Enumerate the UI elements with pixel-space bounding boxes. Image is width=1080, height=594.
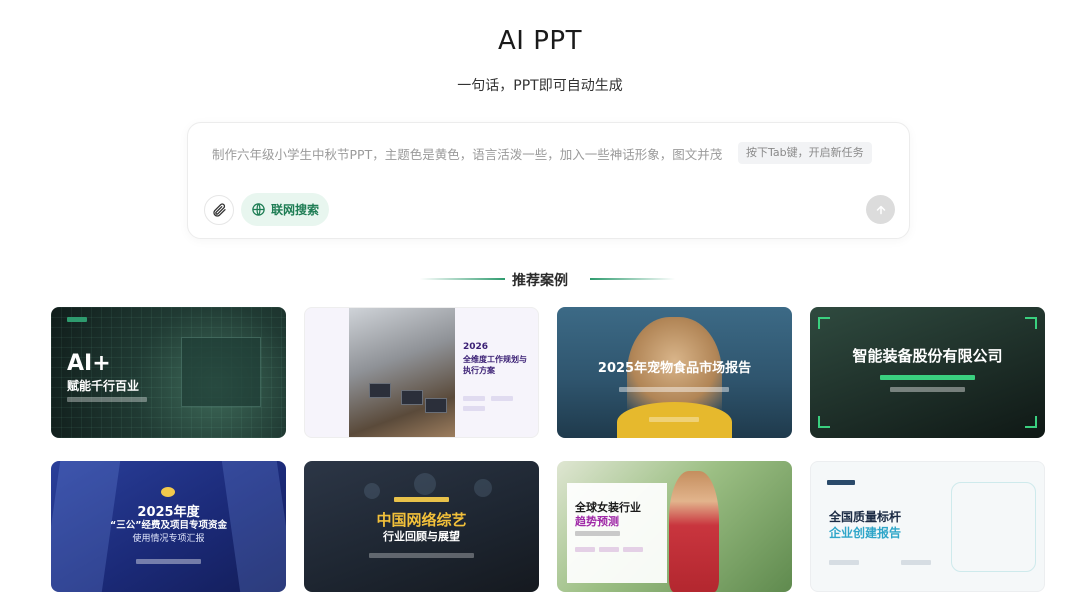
tab-hint-badge: 按下Tab键，开启新任务 (738, 142, 872, 164)
caption-bar (890, 387, 965, 392)
arrow-up-icon (876, 205, 885, 214)
tag-badge (67, 317, 87, 322)
caption-bar (136, 559, 201, 564)
corner-bracket (818, 416, 830, 428)
orb-graphic (364, 483, 380, 499)
corner-bracket (1025, 416, 1037, 428)
section-divider-right (590, 278, 675, 280)
case-title: 2026 (463, 342, 489, 352)
case-subtitle: “三公”经费及项目专项资金 (110, 520, 227, 531)
office-photo (349, 308, 455, 437)
case-card-expenses[interactable]: 2025年度 “三公”经费及项目专项资金 使用情况专项汇报 (51, 461, 286, 592)
orb-graphic (474, 479, 492, 497)
footer-bar (649, 417, 699, 422)
case-subtitle-line2: 使用情况专项汇报 (132, 534, 205, 544)
case-card-womenswear[interactable]: 全球女装行业 趋势预测 (557, 461, 792, 592)
case-title: 智能装备股份有限公司 (852, 347, 1003, 365)
case-title: 全国质量标杆 (829, 510, 902, 524)
case-title: AI+ (67, 351, 111, 376)
prompt-input[interactable]: 制作六年级小学生中秋节PPT，主题色是黄色，语言活泼一些，加入一些神话形象，图文… (212, 144, 722, 163)
case-card-pet-food[interactable]: 2025年宠物食品市场报告 (557, 307, 792, 438)
caption-bar (575, 531, 620, 536)
case-subtitle: 行业回顾与展望 (383, 530, 460, 543)
caption-bar (369, 553, 474, 558)
corner-bracket (818, 317, 830, 329)
section-title: 推荐案例 (512, 273, 568, 289)
caption-bar (829, 560, 859, 565)
send-button[interactable] (866, 195, 895, 224)
tag-chip (599, 547, 619, 552)
laptop-graphic (369, 383, 391, 398)
page-title: AI PPT (498, 26, 582, 56)
case-subtitle: 全维度工作规划与执行方案 (463, 355, 527, 375)
attach-button[interactable] (204, 195, 234, 225)
page-subtitle: 一句话，PPT即可自动生成 (457, 78, 623, 94)
tag-chip (491, 396, 513, 401)
case-card-variety-show[interactable]: 中国网络综艺 行业回顾与展望 (304, 461, 539, 592)
tag-chip (575, 547, 595, 552)
case-subtitle: 赋能千行百业 (67, 379, 140, 393)
corner-bracket (1025, 317, 1037, 329)
tag-chip (623, 547, 643, 552)
web-search-button[interactable]: 联网搜索 (241, 193, 329, 226)
tag-chip (463, 396, 485, 401)
highlight-bar (880, 375, 975, 380)
case-card-plan[interactable]: 2026 全维度工作规划与执行方案 (304, 307, 539, 438)
web-search-label: 联网搜索 (270, 203, 319, 217)
prompt-box[interactable]: 制作六年级小学生中秋节PPT，主题色是黄色，语言活泼一些，加入一些神话形象，图文… (187, 122, 910, 239)
emblem-icon (161, 487, 175, 497)
caption-bar (67, 397, 147, 402)
case-subtitle: 趋势预测 (575, 515, 619, 528)
model-photo (669, 471, 719, 592)
orb-graphic (414, 473, 436, 495)
chip-graphic (181, 337, 261, 407)
tag-chip (463, 406, 485, 411)
caption-bar (619, 387, 729, 392)
case-card-ai[interactable]: AI+ 赋能千行百业 (51, 307, 286, 438)
paperclip-icon (213, 203, 226, 217)
case-subtitle: 企业创建报告 (829, 526, 902, 540)
decorative-frame (951, 482, 1036, 572)
case-card-equipment[interactable]: 智能装备股份有限公司 (810, 307, 1045, 438)
globe-icon (252, 203, 265, 216)
case-title: 2025年宠物食品市场报告 (597, 361, 752, 376)
caption-bar (901, 560, 931, 565)
laptop-graphic (401, 390, 423, 405)
case-card-quality[interactable]: 全国质量标杆 企业创建报告 (810, 461, 1045, 592)
tag-badge (827, 480, 855, 485)
laptop-graphic (425, 398, 447, 413)
tag-badge (394, 497, 449, 502)
case-title: 中国网络综艺 (376, 511, 467, 529)
